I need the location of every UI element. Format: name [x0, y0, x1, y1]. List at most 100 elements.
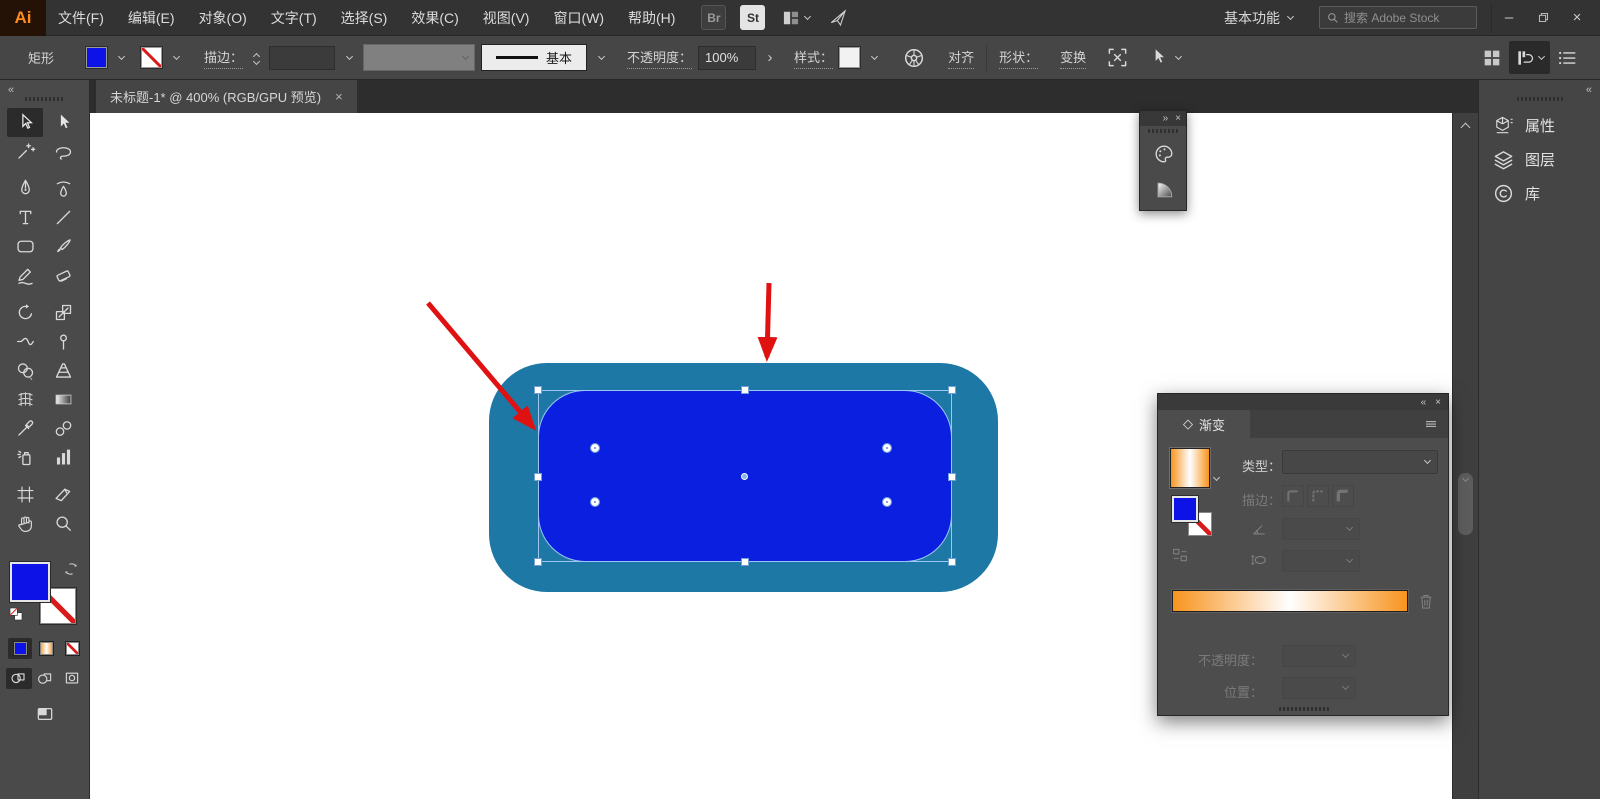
select-similar-icon[interactable] [1147, 46, 1170, 69]
color-panel-button[interactable] [1140, 136, 1188, 171]
toolbar-grip[interactable] [25, 97, 65, 101]
selection-handle[interactable] [948, 558, 956, 566]
line-segment-tool[interactable] [45, 203, 81, 232]
eraser-tool[interactable] [45, 261, 81, 290]
select-similar-chevron-icon[interactable] [1175, 52, 1182, 59]
reverse-gradient-icon[interactable] [1170, 546, 1190, 564]
workspace-grid-icon[interactable] [1481, 47, 1503, 69]
gradient-opacity-dropdown[interactable] [1282, 645, 1356, 667]
expand-panel-icon[interactable]: » [1163, 113, 1169, 124]
stroke-gradient-across-button[interactable] [1332, 485, 1354, 507]
rotate-tool[interactable] [7, 298, 43, 327]
toolbar-collapse-icon[interactable]: « [8, 84, 14, 96]
align-label[interactable]: 对齐 [948, 47, 974, 69]
panel-close-icon[interactable]: × [1435, 397, 1441, 408]
slice-tool[interactable] [45, 480, 81, 509]
eyedropper-tool[interactable] [7, 414, 43, 443]
type-tool[interactable] [7, 203, 43, 232]
menu-item-6[interactable]: 视图(V) [471, 0, 542, 36]
corner-radius-widget[interactable] [591, 498, 599, 506]
recolor-artwork-icon[interactable] [902, 46, 926, 70]
none-button[interactable] [60, 638, 84, 659]
selection-handle[interactable] [534, 558, 542, 566]
selection-tool[interactable] [7, 108, 43, 137]
stroke-gradient-within-button[interactable] [1282, 485, 1304, 507]
workspace-layout-chevron-icon[interactable] [804, 12, 811, 19]
dock-collapse-icon[interactable]: « [1586, 84, 1592, 96]
gradient-position-dropdown[interactable] [1282, 677, 1356, 699]
panel-cycle-button[interactable] [1509, 41, 1550, 74]
draw-inside-button[interactable] [60, 668, 86, 689]
style-chevron-icon[interactable] [866, 46, 882, 70]
share-icon[interactable] [828, 8, 848, 28]
shape-builder-tool[interactable] [7, 356, 43, 385]
dock-item-properties[interactable]: 属性 [1479, 108, 1600, 142]
collapsed-panel-grip[interactable] [1148, 129, 1178, 133]
variable-width-profile-dropdown[interactable] [363, 44, 475, 71]
dock-item-layers[interactable]: 图层 [1479, 142, 1600, 176]
dock-grip[interactable] [1517, 97, 1563, 101]
menu-item-7[interactable]: 窗口(W) [541, 0, 616, 36]
menu-item-3[interactable]: 文字(T) [259, 0, 329, 36]
gradient-angle-dropdown[interactable] [1282, 518, 1360, 540]
bridge-icon[interactable]: Br [701, 5, 726, 30]
fill-color-swatch[interactable] [86, 47, 107, 68]
gradient-aspect-dropdown[interactable] [1282, 550, 1360, 572]
menu-item-5[interactable]: 效果(C) [399, 0, 470, 36]
rectangle-tool[interactable] [7, 232, 43, 261]
stroke-weight-label[interactable]: 描边： [204, 47, 243, 69]
stock-icon[interactable]: St [740, 5, 765, 30]
screen-mode-button[interactable] [26, 700, 64, 726]
magic-wand-tool[interactable] [7, 137, 43, 166]
swap-fill-stroke-icon[interactable] [58, 556, 83, 581]
zoom-tool[interactable] [45, 509, 81, 538]
close-panel-icon[interactable]: × [1175, 113, 1181, 124]
direct-selection-tool[interactable] [45, 108, 81, 137]
list-menu-icon[interactable] [1556, 47, 1578, 69]
selection-handle[interactable] [948, 473, 956, 481]
scale-tool[interactable] [45, 298, 81, 327]
gradient-tool[interactable] [45, 385, 81, 414]
fill-color-chevron-icon[interactable] [113, 46, 129, 70]
workspace-switcher[interactable]: 基本功能 [1224, 8, 1293, 28]
blend-tool[interactable] [45, 414, 81, 443]
lasso-tool[interactable] [45, 137, 81, 166]
menu-item-4[interactable]: 选择(S) [329, 0, 400, 36]
document-tab[interactable]: 未标题-1* @ 400% (RGB/GPU 预览) × [96, 80, 357, 113]
stroke-color-chevron-icon[interactable] [168, 46, 184, 70]
brush-definition-chevron-icon[interactable] [593, 46, 609, 70]
panel-menu-icon[interactable] [1422, 417, 1440, 431]
width-tool[interactable] [7, 327, 43, 356]
menu-item-8[interactable]: 帮助(H) [616, 0, 687, 36]
menu-item-1[interactable]: 编辑(E) [116, 0, 187, 36]
scrollbar-thumb[interactable] [1458, 473, 1473, 535]
symbol-sprayer-tool[interactable] [7, 443, 43, 472]
minimize-button[interactable]: – [1492, 3, 1526, 33]
stroke-weight-chevron-icon[interactable] [341, 46, 357, 70]
draw-behind-button[interactable] [33, 668, 59, 689]
style-label[interactable]: 样式： [794, 47, 833, 69]
dock-item-libraries[interactable]: 库 [1479, 176, 1600, 210]
stock-search-input[interactable]: 搜索 Adobe Stock [1319, 6, 1477, 29]
perspective-grid-tool[interactable] [45, 356, 81, 385]
color-button[interactable] [8, 638, 32, 659]
corner-radius-widget[interactable] [883, 498, 891, 506]
gradient-tab[interactable]: ◇ 渐变 [1158, 410, 1250, 438]
column-graph-tool[interactable] [45, 443, 81, 472]
workspace-layout-icon[interactable] [781, 8, 801, 28]
selection-handle[interactable] [741, 558, 749, 566]
mesh-tool[interactable] [7, 385, 43, 414]
isolate-object-icon[interactable] [1106, 46, 1129, 69]
opacity-label[interactable]: 不透明度： [627, 47, 692, 69]
shaper-tool[interactable] [7, 261, 43, 290]
gradient-fill-proxy[interactable] [1172, 496, 1198, 522]
gradient-panel-button[interactable] [1140, 171, 1188, 206]
selection-handle[interactable] [534, 473, 542, 481]
hand-tool[interactable] [7, 509, 43, 538]
scroll-up-icon[interactable] [1461, 123, 1471, 133]
selection-center-point[interactable] [741, 473, 748, 480]
puppet-warp-tool[interactable] [45, 327, 81, 356]
gradient-type-dropdown[interactable] [1282, 450, 1438, 474]
artboard-tool[interactable] [7, 480, 43, 509]
panel-collapse-icon[interactable]: « [1421, 397, 1427, 408]
